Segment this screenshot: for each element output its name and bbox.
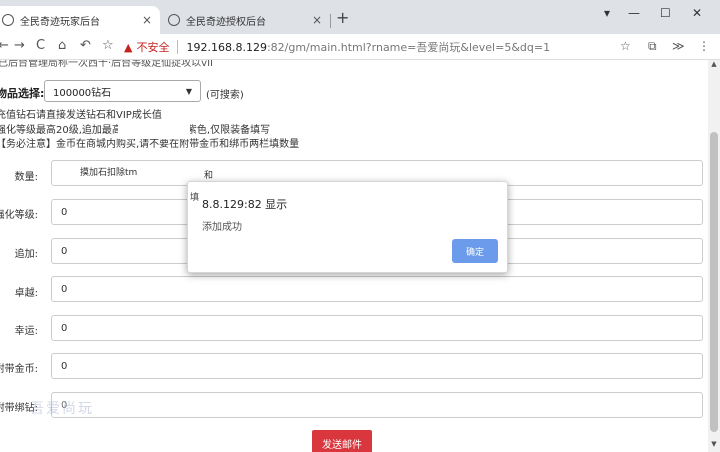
watermark: 吾爱尚玩 (30, 401, 94, 417)
dialog-title-overlap: 填 (190, 193, 200, 203)
not-secure-label[interactable]: 不安全 (136, 39, 169, 55)
tab-title: 全民奇迹授权后台 (186, 16, 266, 28)
back-icon[interactable]: ← (0, 38, 9, 53)
tab-title: 全民奇迹玩家后台 (20, 16, 100, 28)
url-path: :82/gm/main.html?rname=吾爱尚玩&level=5&dq=1 (266, 41, 551, 54)
home-icon[interactable]: ⌂ (58, 38, 66, 53)
tab-auth-backend[interactable]: 全民奇迹授权后台 × (160, 6, 330, 34)
overlap-text-1: 摸加石扣除tm (80, 168, 138, 178)
excellent-label: 卓越: (14, 288, 38, 299)
excellent-input[interactable]: 0 (51, 276, 703, 302)
quantity-label: 数量: (14, 172, 38, 183)
crop-icon[interactable]: ⧉ (648, 39, 657, 54)
browser-toolbar: ← → C ⌂ ↶ ☆ ▲ 不安全 192.168.8.129 :82/gm/m… (0, 34, 720, 60)
maximize-icon[interactable]: ☐ (660, 6, 671, 20)
browser-tab-strip: 全民奇迹玩家后台 × 全民奇迹授权后台 × + ▾ — ☐ ✕ (0, 0, 720, 34)
info-diamond-note: 充值钻石请直接发送钻石和VIP成长值 (0, 110, 162, 121)
url-host: 192.168.8.129 (186, 40, 267, 54)
menu-icon[interactable]: ⋮ (698, 39, 710, 53)
scroll-up-icon[interactable]: ▲ (709, 60, 719, 70)
close-icon[interactable]: × (312, 13, 322, 27)
tab-separator (330, 14, 331, 28)
dialog-message: 添加成功 (202, 222, 242, 233)
luck-label: 幸运: (14, 326, 38, 337)
overlap-text-3: 和 (204, 171, 214, 181)
scroll-thumb[interactable] (710, 132, 718, 432)
address-separator (177, 40, 179, 54)
dialog-title: 8.8.129:82 显示 (202, 198, 288, 211)
scroll-down-icon[interactable]: ▼ (709, 440, 719, 450)
tab-search-dropdown-icon[interactable]: ▾ (604, 6, 610, 20)
searchable-hint: (可搜索) (206, 90, 244, 101)
addition-label: 追加: (14, 249, 38, 260)
chevron-down-icon: ▼ (185, 86, 192, 96)
item-select-dropdown[interactable]: 100000钻石 ▼ (44, 80, 201, 102)
alert-dialog: 填 8.8.129:82 显示 添加成功 确定 (187, 181, 508, 273)
new-tab-button[interactable]: + (336, 8, 349, 27)
forward-icon[interactable]: → (14, 38, 25, 53)
extensions-icon[interactable]: ≫ (672, 39, 685, 53)
item-select-value: 100000钻石 (53, 87, 112, 99)
item-select-label: 物品选择: (0, 87, 45, 100)
undo-icon[interactable]: ↶ (80, 38, 91, 53)
window-close-icon[interactable]: ✕ (692, 6, 702, 20)
close-icon[interactable]: × (142, 13, 152, 27)
ok-button[interactable]: 确定 (452, 239, 498, 263)
notice-top-cut: 已后台管理局称一次西千·后台等级足仙捉攻以vII (0, 60, 213, 69)
tab-player-backend[interactable]: 全民奇迹玩家后台 × (0, 6, 160, 34)
address-bar[interactable]: ▲ 不安全 192.168.8.129 :82/gm/main.html?rna… (124, 36, 644, 58)
globe-icon (168, 14, 180, 26)
globe-icon (2, 14, 14, 26)
star-icon[interactable]: ☆ (620, 39, 631, 53)
bookmark-manager-icon[interactable]: ☆ (102, 38, 114, 53)
attached-bound-diamond-input[interactable]: 0 (51, 392, 703, 418)
overlap-patch (118, 121, 190, 139)
page-scrollbar[interactable]: ▲ ▼ (708, 60, 720, 452)
luck-input[interactable]: 0 (51, 315, 703, 341)
enhance-level-label: 强化等级: (0, 210, 38, 221)
attached-gold-input[interactable]: 0 (51, 353, 703, 379)
minimize-icon[interactable]: — (628, 6, 640, 20)
attached-gold-label: 附带金币: (0, 364, 38, 375)
reload-icon[interactable]: C (36, 38, 45, 53)
send-mail-button[interactable]: 发送邮件 (312, 430, 372, 452)
warning-icon[interactable]: ▲ (124, 41, 132, 54)
